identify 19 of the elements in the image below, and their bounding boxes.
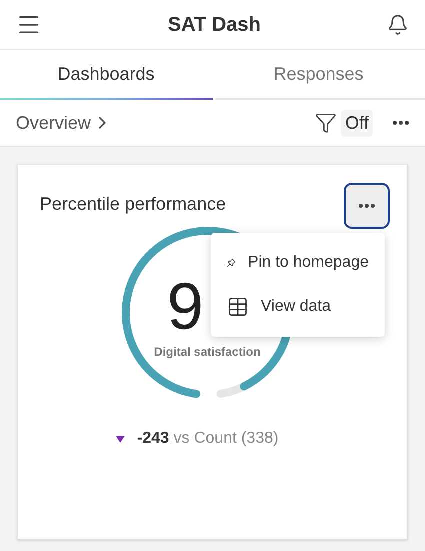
more-button[interactable]: [344, 183, 390, 229]
more-icon: [359, 204, 375, 208]
table-icon: [227, 296, 249, 318]
menu-item[interactable]: View data: [211, 285, 385, 329]
filter-icon[interactable]: [315, 112, 338, 134]
filter-toggle[interactable]: Off: [341, 110, 373, 136]
chevron-icon: [99, 117, 106, 129]
more-icon[interactable]: [393, 121, 409, 125]
card-title: Percentile performance: [40, 193, 226, 216]
app-title: SAT Dash: [168, 12, 261, 38]
comparison-text: -243 vs Count (338): [137, 429, 279, 449]
gauge-label: Digital satisfaction: [154, 344, 261, 361]
menu-item[interactable]: Pin to homepage: [211, 241, 385, 285]
down-triangle-icon: [116, 436, 126, 442]
bell-icon[interactable]: [386, 14, 409, 36]
tab[interactable]: Responses: [212, 50, 425, 98]
breadcrumb-link[interactable]: Overview: [16, 110, 106, 136]
gauge-value: 9: [167, 273, 204, 339]
tab[interactable]: Dashboards: [0, 50, 212, 98]
